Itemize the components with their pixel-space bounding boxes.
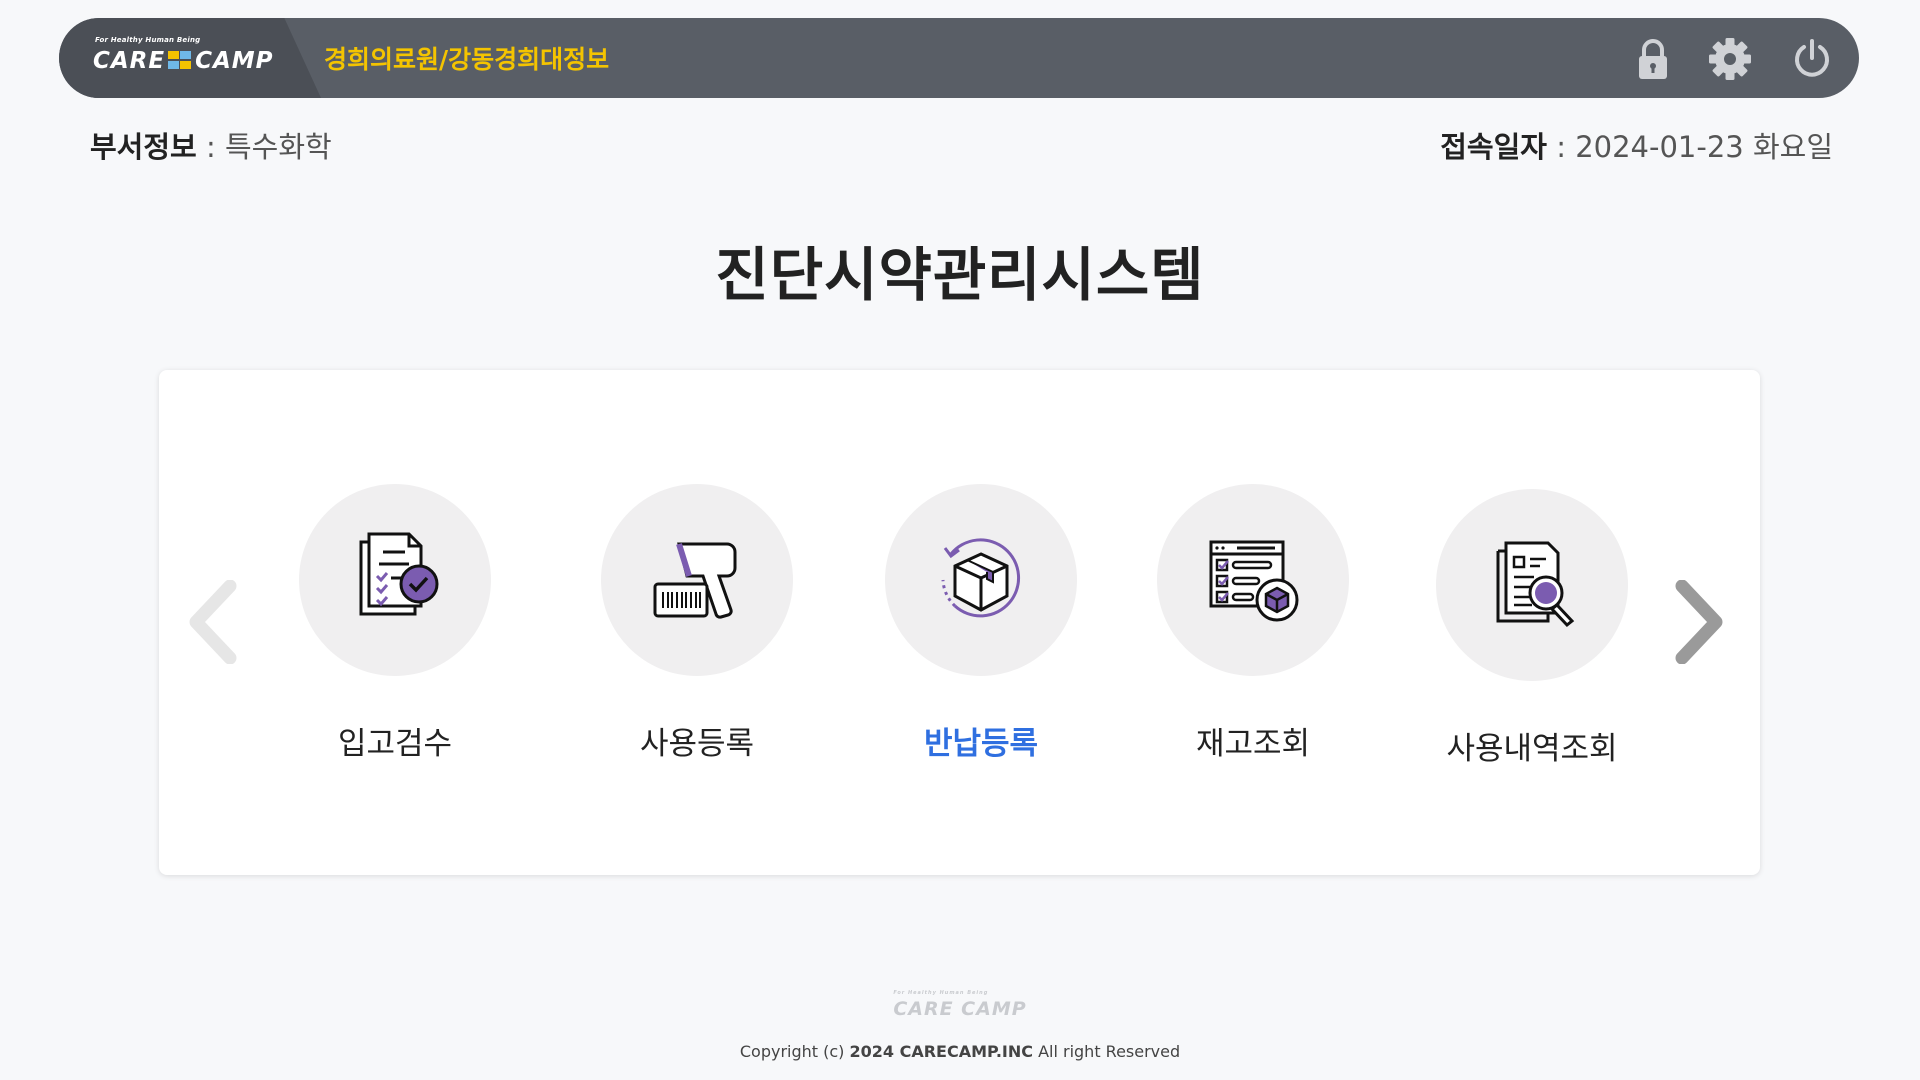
access-date-value: 2024-01-23 화요일 <box>1575 130 1833 164</box>
logo-wordmark: CARE CAMP <box>93 48 274 74</box>
checklist-document-icon <box>299 484 491 676</box>
prev-arrow-button[interactable] <box>186 580 240 664</box>
menu-item-usage-registration[interactable]: 사용등록 <box>547 484 847 763</box>
department-label: 부서정보 <box>90 130 197 164</box>
menu-label-inventory-inquiry: 재고조회 <box>1195 726 1311 762</box>
menu-label-usage-history-inquiry: 사용내역조회 <box>1446 731 1618 767</box>
inventory-list-icon <box>1157 484 1349 676</box>
logo-tagline: For Healthy Human Being <box>95 36 201 44</box>
page-title: 진단시약관리시스템 <box>715 241 1205 309</box>
department-info: 부서정보 : 특수화학 <box>90 130 332 164</box>
menu-item-receiving-inspection[interactable]: 입고검수 <box>245 484 545 763</box>
copyright-text: Copyright (c) 2024 CARECAMP.INC All righ… <box>739 1042 1181 1061</box>
gear-icon[interactable] <box>1707 36 1753 82</box>
logo-squares-icon <box>167 50 193 70</box>
chevron-left-icon <box>189 580 237 664</box>
access-date-label: 접속일자 <box>1440 130 1547 164</box>
menu-label-usage-registration: 사용등록 <box>639 726 755 762</box>
department-value: 특수화학 <box>224 130 332 164</box>
carecamp-logo[interactable]: For Healthy Human Being CARE CAMP <box>93 36 323 86</box>
document-search-icon <box>1436 489 1628 681</box>
access-date-info: 접속일자 : 2024-01-23 화요일 <box>1440 130 1833 164</box>
hospital-name: 경희의료원/강동경희대정보 <box>324 45 610 74</box>
barcode-scanner-icon <box>601 484 793 676</box>
top-header-bar: For Healthy Human Being CARE CAMP 경희의료원/강… <box>59 18 1859 98</box>
menu-item-return-registration[interactable]: 반납등록 <box>831 484 1131 763</box>
menu-item-inventory-inquiry[interactable]: 재고조회 <box>1103 484 1403 763</box>
power-icon[interactable] <box>1789 36 1835 82</box>
lock-icon[interactable] <box>1630 36 1676 82</box>
footer-logo: For Healthy Human Being CARE CAMP <box>893 990 1027 1020</box>
menu-item-usage-history-inquiry[interactable]: 사용내역조회 <box>1382 489 1682 768</box>
return-box-icon <box>885 484 1077 676</box>
menu-label-receiving-inspection: 입고검수 <box>337 726 453 762</box>
menu-label-return-registration: 반납등록 <box>923 726 1039 762</box>
